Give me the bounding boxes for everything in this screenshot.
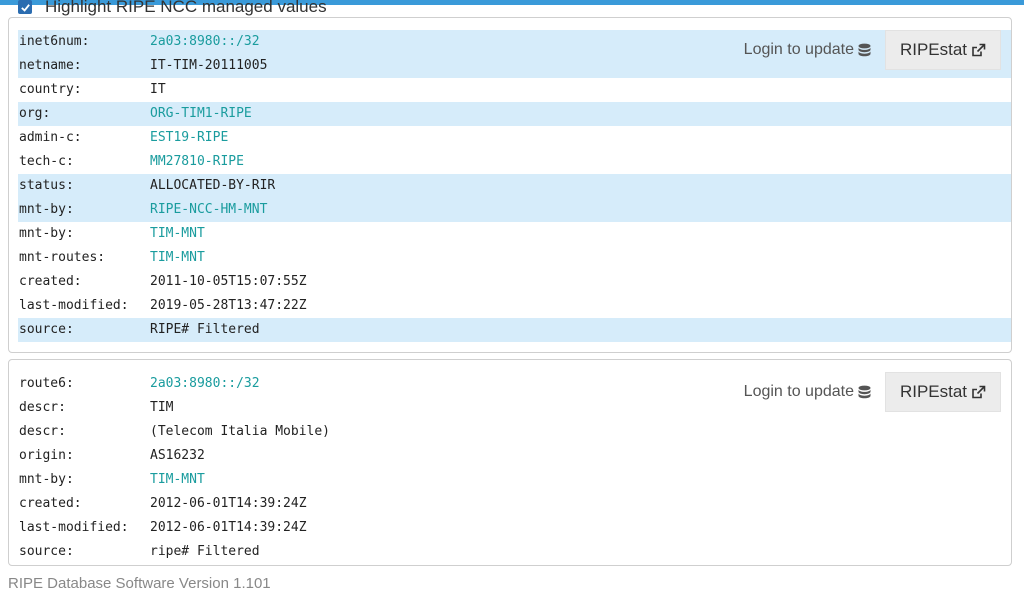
- attribute-value: 2012-06-01T14:39:24Z: [150, 520, 307, 535]
- attribute-key: last-modified:: [19, 298, 129, 313]
- attribute-value-link[interactable]: 2a03:8980::/32: [150, 372, 260, 396]
- highlight-checkbox[interactable]: [18, 0, 32, 14]
- attribute-key: descr:: [19, 400, 66, 415]
- attribute-value-link[interactable]: TIM-MNT: [150, 222, 205, 246]
- attribute-row: mnt-by: TIM-MNT: [18, 222, 1011, 246]
- attribute-key: status:: [19, 178, 74, 193]
- attribute-row: source: RIPE# Filtered: [18, 318, 1011, 342]
- attribute-row: status: ALLOCATED-BY-RIR: [18, 174, 1011, 198]
- object-actions: Login to update RIPEstat: [744, 30, 1001, 70]
- object-attributes: inet6num: 2a03:8980::/32netname: IT-TIM-20…: [18, 30, 1011, 342]
- attribute-key: origin:: [19, 448, 74, 463]
- ripestat-button[interactable]: RIPEstat: [885, 372, 1001, 412]
- attribute-key: netname:: [19, 58, 82, 73]
- attribute-key: source:: [19, 544, 74, 559]
- attribute-row: descr: (Telecom Italia Mobile): [18, 420, 1011, 444]
- attribute-value: IT-TIM-20111005: [150, 58, 268, 73]
- route6-object-card: route6: 2a03:8980::/32 descr: TIM descr: (Tel…: [8, 359, 1012, 566]
- attribute-key: mnt-routes:: [19, 250, 106, 265]
- attribute-value: 2019-05-28T13:47:22Z: [150, 298, 307, 313]
- attribute-value: 2011-10-05T15:07:55Z: [150, 274, 307, 289]
- attribute-value: TIM: [150, 400, 174, 415]
- ripestat-button[interactable]: RIPEstat: [885, 30, 1001, 70]
- attribute-value: IT: [150, 82, 166, 97]
- attribute-value-link[interactable]: EST19-RIPE: [150, 126, 228, 150]
- ripestat-label: RIPEstat: [899, 40, 968, 59]
- attribute-key: org:: [19, 106, 51, 121]
- attribute-row: origin: AS16232: [18, 444, 1011, 468]
- database-icon: [858, 43, 871, 56]
- login-to-update-link[interactable]: Login to update: [744, 383, 871, 401]
- attribute-value-link[interactable]: ORG-TIM1-RIPE: [150, 102, 252, 126]
- attribute-key: admin-c:: [19, 130, 82, 145]
- attribute-key: mnt-by:: [19, 202, 74, 217]
- inet6num-object-card: inet6num: 2a03:8980::/32netname: IT-TIM-20…: [8, 17, 1012, 353]
- attribute-key: mnt-by:: [19, 226, 74, 241]
- object-actions: Login to update RIPEstat: [744, 372, 1001, 412]
- attribute-key: descr:: [19, 424, 66, 439]
- attribute-value-link[interactable]: TIM-MNT: [150, 246, 205, 270]
- attribute-key: created:: [19, 274, 82, 289]
- attribute-value: AS16232: [150, 448, 205, 463]
- attribute-row: tech-c: MM27810-RIPE: [18, 150, 1011, 174]
- attribute-value-link[interactable]: 2a03:8980::/32: [150, 30, 260, 54]
- attribute-value: ripe# Filtered: [150, 544, 260, 559]
- attribute-row: created: 2012-06-01T14:39:24Z: [18, 492, 1011, 516]
- attribute-value: 2012-06-01T14:39:24Z: [150, 496, 307, 511]
- attribute-key: last-modified:: [19, 520, 129, 535]
- highlight-toggle-label: Highlight RIPE NCC managed values: [45, 0, 327, 16]
- attribute-value: ALLOCATED-BY-RIR: [150, 178, 276, 193]
- login-to-update-link[interactable]: Login to update: [744, 41, 871, 59]
- attribute-row: org: ORG-TIM1-RIPE: [18, 102, 1011, 126]
- attribute-key: mnt-by:: [19, 472, 74, 487]
- database-icon: [858, 385, 871, 398]
- external-link-icon: [972, 43, 986, 56]
- attribute-row: admin-c: EST19-RIPE: [18, 126, 1011, 150]
- attribute-value-link[interactable]: RIPE-NCC-HM-MNT: [150, 198, 267, 222]
- attribute-key: route6:: [19, 376, 74, 391]
- attribute-value: RIPE# Filtered: [150, 322, 260, 337]
- external-link-icon: [972, 385, 986, 398]
- attribute-row: country: IT: [18, 78, 1011, 102]
- attribute-row: mnt-routes: TIM-MNT: [18, 246, 1011, 270]
- attribute-row: source: ripe# Filtered: [18, 540, 1011, 564]
- attribute-key: source:: [19, 322, 74, 337]
- ripestat-label: RIPEstat: [899, 382, 968, 401]
- attribute-row: last-modified: 2012-06-01T14:39:24Z: [18, 516, 1011, 540]
- attribute-row: mnt-by: TIM-MNT: [18, 468, 1011, 492]
- attribute-value-link[interactable]: MM27810-RIPE: [150, 150, 244, 174]
- attribute-value-link[interactable]: TIM-MNT: [150, 468, 205, 492]
- attribute-value: (Telecom Italia Mobile): [150, 424, 331, 439]
- login-to-update-label: Login to update: [743, 41, 854, 58]
- attribute-key: created:: [19, 496, 82, 511]
- attribute-key: country:: [19, 82, 82, 97]
- attribute-key: inet6num:: [19, 34, 90, 49]
- software-version-footer: RIPE Database Software Version 1.101: [8, 575, 271, 592]
- login-to-update-label: Login to update: [743, 383, 854, 400]
- attribute-row: created: 2011-10-05T15:07:55Z: [18, 270, 1011, 294]
- attribute-key: tech-c:: [19, 154, 74, 169]
- attribute-row: mnt-by: RIPE-NCC-HM-MNT: [18, 198, 1011, 222]
- attribute-row: last-modified: 2019-05-28T13:47:22Z: [18, 294, 1011, 318]
- check-icon: [20, 3, 30, 12]
